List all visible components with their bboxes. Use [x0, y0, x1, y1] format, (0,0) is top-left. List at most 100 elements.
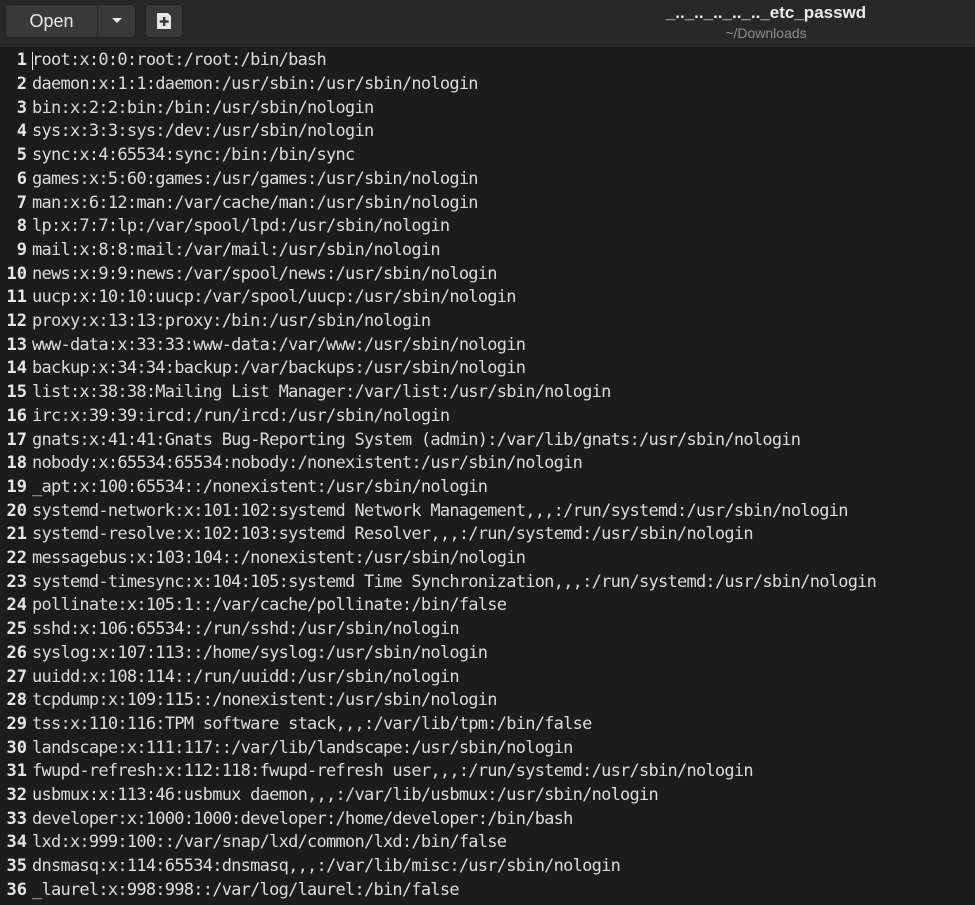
line-text[interactable]: games:x:5:60:games:/usr/games:/usr/sbin/… — [32, 169, 479, 189]
line-number: 12 — [6, 311, 27, 332]
editor-line[interactable]: 2 daemon:x:1:1:daemon:/usr/sbin:/usr/sbin… — [0, 72, 975, 96]
line-text[interactable]: landscape:x:111:117::/var/lib/landscape:… — [32, 738, 573, 758]
editor-line[interactable]: 10 news:x:9:9:news:/var/spool/news:/usr/s… — [0, 262, 975, 286]
editor-line[interactable]: 14 backup:x:34:34:backup:/var/backups:/us… — [0, 357, 975, 381]
line-text[interactable]: sys:x:3:3:sys:/dev:/usr/sbin/nologin — [32, 121, 374, 141]
open-button[interactable]: Open — [5, 4, 98, 38]
line-number: 22 — [6, 548, 27, 569]
line-text[interactable]: systemd-timesync:x:104:105:systemd Time … — [32, 572, 877, 592]
editor-line[interactable]: 7 man:x:6:12:man:/var/cache/man:/usr/sbin… — [0, 191, 975, 215]
line-text[interactable]: pollinate:x:105:1::/var/cache/pollinate:… — [32, 595, 507, 615]
line-text[interactable]: www-data:x:33:33:www-data:/var/www:/usr/… — [32, 335, 526, 355]
editor-line[interactable]: 6 games:x:5:60:games:/usr/games:/usr/sbin… — [0, 167, 975, 191]
editor-line[interactable]: 26 syslog:x:107:113::/home/syslog:/usr/sb… — [0, 641, 975, 665]
editor-line[interactable]: 21 systemd-resolve:x:102:103:systemd Reso… — [0, 523, 975, 547]
new-document-button[interactable] — [145, 4, 183, 38]
window-title-block: _.._.._.._.._.._etc_passwd ~/Downloads — [600, 3, 932, 43]
editor-line[interactable]: 8 lp:x:7:7:lp:/var/spool/lpd:/usr/sbin/no… — [0, 214, 975, 238]
line-text[interactable]: bin:x:2:2:bin:/bin:/usr/sbin/nologin — [32, 98, 374, 118]
line-number: 2 — [16, 74, 27, 95]
line-text[interactable]: sync:x:4:65534:sync:/bin:/bin/sync — [32, 145, 355, 165]
editor-line[interactable]: 1 root:x:0:0:root:/root:/bin/bash — [0, 49, 975, 73]
editor-line[interactable]: 19 _apt:x:100:65534::/nonexistent:/usr/sb… — [0, 475, 975, 499]
line-text[interactable]: systemd-network:x:101:102:systemd Networ… — [32, 501, 848, 521]
line-text[interactable]: daemon:x:1:1:daemon:/usr/sbin:/usr/sbin/… — [32, 74, 479, 94]
header-bar: Open _.._.._.._.._.._etc_passwd ~/Downlo… — [0, 0, 975, 48]
line-number: 36 — [6, 879, 27, 900]
editor-line[interactable]: 36 _laurel:x:998:998::/var/log/laurel:/bi… — [0, 878, 975, 902]
line-text[interactable]: tss:x:110:116:TPM software stack,,,:/var… — [32, 714, 592, 734]
line-text[interactable]: uucp:x:10:10:uucp:/var/spool/uucp:/usr/s… — [32, 287, 516, 307]
line-text[interactable]: root:x:0:0:root:/root:/bin/bash — [32, 50, 327, 70]
line-text[interactable]: irc:x:39:39:ircd:/run/ircd:/usr/sbin/nol… — [32, 406, 450, 426]
line-text[interactable]: sshd:x:106:65534::/run/sshd:/usr/sbin/no… — [32, 619, 460, 639]
line-number: 34 — [6, 832, 27, 853]
window-subtitle: ~/Downloads — [725, 25, 807, 41]
line-number: 28 — [6, 690, 27, 711]
editor-line[interactable]: 12 proxy:x:13:13:proxy:/bin:/usr/sbin/nol… — [0, 309, 975, 333]
line-number: 26 — [6, 642, 27, 663]
line-number: 14 — [6, 358, 27, 379]
line-text[interactable]: _laurel:x:998:998::/var/log/laurel:/bin/… — [32, 880, 460, 900]
editor-line[interactable]: 20 systemd-network:x:101:102:systemd Netw… — [0, 499, 975, 523]
line-text[interactable]: developer:x:1000:1000:developer:/home/de… — [32, 809, 573, 829]
open-button-label: Open — [29, 10, 74, 31]
text-view[interactable]: 1 root:x:0:0:root:/root:/bin/bash 2 daemon:… — [0, 48, 975, 905]
editor-line[interactable]: 34 lxd:x:999:100::/var/snap/lxd/common/lx… — [0, 831, 975, 855]
editor-line[interactable]: 25 sshd:x:106:65534::/run/sshd:/usr/sbin/… — [0, 617, 975, 641]
line-text[interactable]: list:x:38:38:Mailing List Manager:/var/l… — [32, 382, 611, 402]
line-text[interactable]: messagebus:x:103:104::/nonexistent:/usr/… — [32, 548, 526, 568]
editor-line[interactable]: 33 developer:x:1000:1000:developer:/home/… — [0, 807, 975, 831]
editor-line[interactable]: 27 uuidd:x:108:114::/run/uuidd:/usr/sbin/… — [0, 665, 975, 689]
line-text[interactable]: man:x:6:12:man:/var/cache/man:/usr/sbin/… — [32, 193, 479, 213]
editor-line[interactable]: 18 nobody:x:65534:65534:nobody:/nonexiste… — [0, 451, 975, 475]
line-text[interactable]: gnats:x:41:41:Gnats Bug-Reporting System… — [32, 430, 801, 450]
editor-line[interactable]: 3 bin:x:2:2:bin:/bin:/usr/sbin/nologin — [0, 96, 975, 120]
line-text[interactable]: fwupd-refresh:x:112:118:fwupd-refresh us… — [32, 761, 754, 781]
open-dropdown-button[interactable] — [98, 4, 136, 38]
editor-line[interactable]: 28 tcpdump:x:109:115::/nonexistent:/usr/s… — [0, 688, 975, 712]
line-number: 5 — [16, 145, 27, 166]
editor-line[interactable]: 4 sys:x:3:3:sys:/dev:/usr/sbin/nologin — [0, 120, 975, 144]
editor-line[interactable]: 35 dnsmasq:x:114:65534:dnsmasq,,,:/var/li… — [0, 854, 975, 878]
editor-line[interactable]: 11 uucp:x:10:10:uucp:/var/spool/uucp:/usr… — [0, 286, 975, 310]
editor-line[interactable]: 16 irc:x:39:39:ircd:/run/ircd:/usr/sbin/n… — [0, 404, 975, 428]
line-text[interactable]: backup:x:34:34:backup:/var/backups:/usr/… — [32, 358, 526, 378]
editor-line[interactable]: 9 mail:x:8:8:mail:/var/mail:/usr/sbin/nol… — [0, 238, 975, 262]
line-text[interactable]: systemd-resolve:x:102:103:systemd Resolv… — [32, 524, 754, 544]
editor-line[interactable]: 17 gnats:x:41:41:Gnats Bug-Reporting Syst… — [0, 428, 975, 452]
editor-line[interactable]: 32 usbmux:x:113:46:usbmux daemon,,,:/var/… — [0, 783, 975, 807]
line-text[interactable]: news:x:9:9:news:/var/spool/news:/usr/sbi… — [32, 264, 498, 284]
line-number: 29 — [6, 713, 27, 734]
editor-line[interactable]: 24 pollinate:x:105:1::/var/cache/pollinat… — [0, 594, 975, 618]
editor-line[interactable]: 23 systemd-timesync:x:104:105:systemd Tim… — [0, 570, 975, 594]
line-text[interactable]: mail:x:8:8:mail:/var/mail:/usr/sbin/nolo… — [32, 240, 441, 260]
editor-line[interactable]: 29 tss:x:110:116:TPM software stack,,,:/v… — [0, 712, 975, 736]
editor-line[interactable]: 15 list:x:38:38:Mailing List Manager:/var… — [0, 380, 975, 404]
editor-line[interactable]: 5 sync:x:4:65534:sync:/bin:/bin/sync — [0, 143, 975, 167]
line-text[interactable]: usbmux:x:113:46:usbmux daemon,,,:/var/li… — [32, 785, 659, 805]
line-number: 33 — [6, 808, 27, 829]
editor-line[interactable]: 22 messagebus:x:103:104::/nonexistent:/us… — [0, 546, 975, 570]
editor-line[interactable]: 13 www-data:x:33:33:www-data:/var/www:/us… — [0, 333, 975, 357]
line-number: 25 — [6, 619, 27, 640]
line-text[interactable]: uuidd:x:108:114::/run/uuidd:/usr/sbin/no… — [32, 667, 460, 687]
line-text[interactable]: syslog:x:107:113::/home/syslog:/usr/sbin… — [32, 643, 488, 663]
editor-line[interactable]: 31 fwupd-refresh:x:112:118:fwupd-refresh … — [0, 760, 975, 784]
editor-line[interactable]: 30 landscape:x:111:117::/var/lib/landscap… — [0, 736, 975, 760]
line-text[interactable]: lp:x:7:7:lp:/var/spool/lpd:/usr/sbin/nol… — [32, 216, 450, 236]
line-number: 16 — [6, 405, 27, 426]
line-number: 11 — [6, 287, 27, 308]
line-text[interactable]: lxd:x:999:100::/var/snap/lxd/common/lxd:… — [32, 832, 507, 852]
line-number: 21 — [6, 524, 27, 545]
line-number: 1 — [16, 50, 27, 71]
line-text[interactable]: proxy:x:13:13:proxy:/bin:/usr/sbin/nolog… — [32, 311, 431, 331]
chevron-down-icon — [111, 18, 122, 23]
line-text[interactable]: tcpdump:x:109:115::/nonexistent:/usr/sbi… — [32, 690, 498, 710]
line-text[interactable]: nobody:x:65534:65534:nobody:/nonexistent… — [32, 453, 583, 473]
line-text[interactable]: dnsmasq:x:114:65534:dnsmasq,,,:/var/lib/… — [32, 856, 621, 876]
line-number: 35 — [6, 856, 27, 877]
line-text[interactable]: _apt:x:100:65534::/nonexistent:/usr/sbin… — [32, 477, 488, 497]
line-number: 31 — [6, 761, 27, 782]
line-number: 8 — [16, 216, 27, 237]
